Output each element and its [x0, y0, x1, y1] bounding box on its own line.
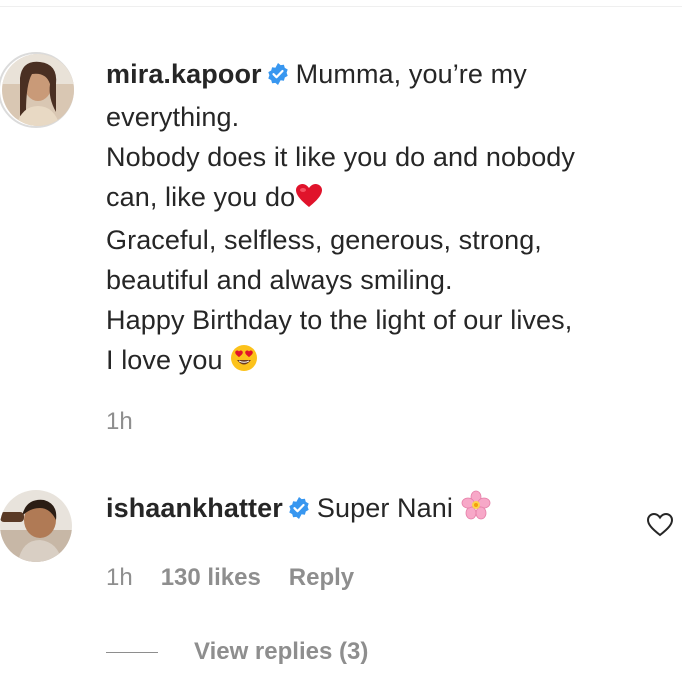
avatar[interactable]	[2, 54, 74, 126]
comment-timestamp[interactable]: 1h	[106, 564, 133, 592]
comment-username[interactable]: ishaankhatter	[106, 493, 283, 523]
view-replies-label: View replies (3)	[194, 638, 369, 665]
verified-badge-icon	[266, 57, 290, 97]
comment-text-line: Mumma, you’re my	[295, 59, 527, 89]
red-heart-emoji	[295, 180, 323, 220]
comment-text: Super Nani	[316, 493, 461, 523]
verified-badge-icon	[287, 491, 311, 531]
comment-body: mira.kapoor Mumma, you’re my everything. …	[106, 54, 666, 383]
cherry-blossom-emoji	[461, 490, 491, 531]
comment-timestamp[interactable]: 1h	[106, 408, 133, 436]
comment-meta: 1h	[106, 408, 133, 436]
comment-text-line: Nobody does it like you do and nobody	[106, 142, 576, 172]
comment-text-line: can, like you do	[106, 182, 296, 212]
avatar[interactable]	[0, 490, 72, 562]
comment-meta: 1h 130 likes Reply	[106, 564, 354, 592]
comment-text-line: Happy Birthday to the light of our lives…	[106, 305, 573, 335]
top-divider	[0, 6, 682, 7]
replies-divider	[106, 651, 158, 653]
like-count[interactable]: 130 likes	[161, 564, 261, 592]
comment-text-line: I love you	[106, 345, 231, 375]
heart-outline-icon[interactable]	[646, 512, 674, 538]
reply-button[interactable]: Reply	[289, 564, 354, 592]
comment-username[interactable]: mira.kapoor	[106, 59, 262, 89]
comment-text-line: Graceful, selfless, generous, strong,	[106, 225, 542, 255]
comment-text-line: beautiful and always smiling.	[106, 265, 453, 295]
comment-text-line: everything.	[106, 102, 240, 132]
comment-body: ishaankhatter Super Nani	[106, 488, 666, 531]
view-replies-button[interactable]: View replies (3)	[106, 638, 368, 666]
heart-eyes-emoji	[230, 343, 258, 383]
